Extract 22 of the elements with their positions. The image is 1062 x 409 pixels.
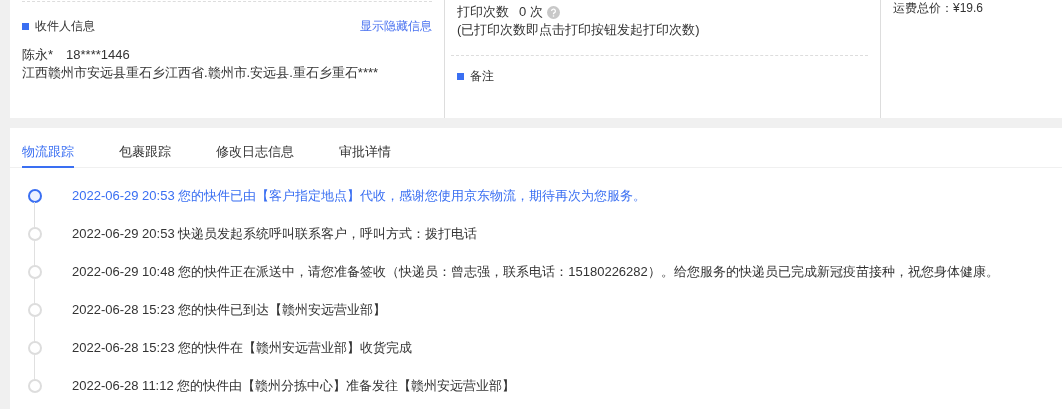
print-count: 0 次 — [519, 3, 543, 21]
tracking-event-text: 2022-06-29 20:53 您的快件已由【客户指定地点】代收，感谢您使用京东物流，期待再次为您服务。 — [72, 187, 647, 205]
tab[interactable]: 审批详情 — [339, 128, 391, 168]
square-marker-icon — [22, 22, 29, 30]
print-count-label: 打印次数 — [457, 3, 509, 21]
help-icon[interactable] — [546, 5, 560, 19]
tab[interactable]: 物流跟踪 — [22, 128, 74, 168]
tracking-event-text: 2022-06-29 10:48 您的快件正在派送中，请您准备签收（快递员：曾志强，联系电话：15180226282）。给您服务的快递员已完成新冠疫苗接种，祝您身体健康。 — [72, 263, 999, 281]
tracking-event-text: 2022-06-29 20:53 快递员发起系统呼叫联系客户，呼叫方式：拨打电话 — [72, 225, 478, 243]
tracking-event-text: 2022-06-28 11:12 您的快件由【赣州分拣中心】准备发往【赣州安远营业部】 — [72, 377, 516, 395]
show-hidden-info-link[interactable]: 显示隐藏信息 — [360, 17, 432, 35]
section-title: 备注 — [470, 67, 494, 85]
freight-total: 运费总价：¥19.6 — [893, 2, 984, 14]
print-count-note: (已打印次数即点击打印按钮发起打印次数) — [457, 21, 701, 39]
tracking-event-text: 2022-06-28 15:23 您的快件已到达【赣州安远营业部】 — [72, 301, 387, 319]
tab[interactable]: 包裹跟踪 — [119, 128, 171, 168]
recipient-address: 江西赣州市安远县重石乡江西省.赣州市.安远县.重石乡重石**** — [22, 64, 380, 82]
tab[interactable]: 修改日志信息 — [216, 128, 294, 168]
square-marker-icon — [457, 72, 464, 80]
tracking-event-text: 2022-06-28 15:23 您的快件在【赣州安远营业部】收货完成 — [72, 339, 413, 357]
recipient-name-phone: 陈永* 18****1446 — [22, 46, 131, 64]
section-title: 收件人信息 — [35, 17, 95, 35]
